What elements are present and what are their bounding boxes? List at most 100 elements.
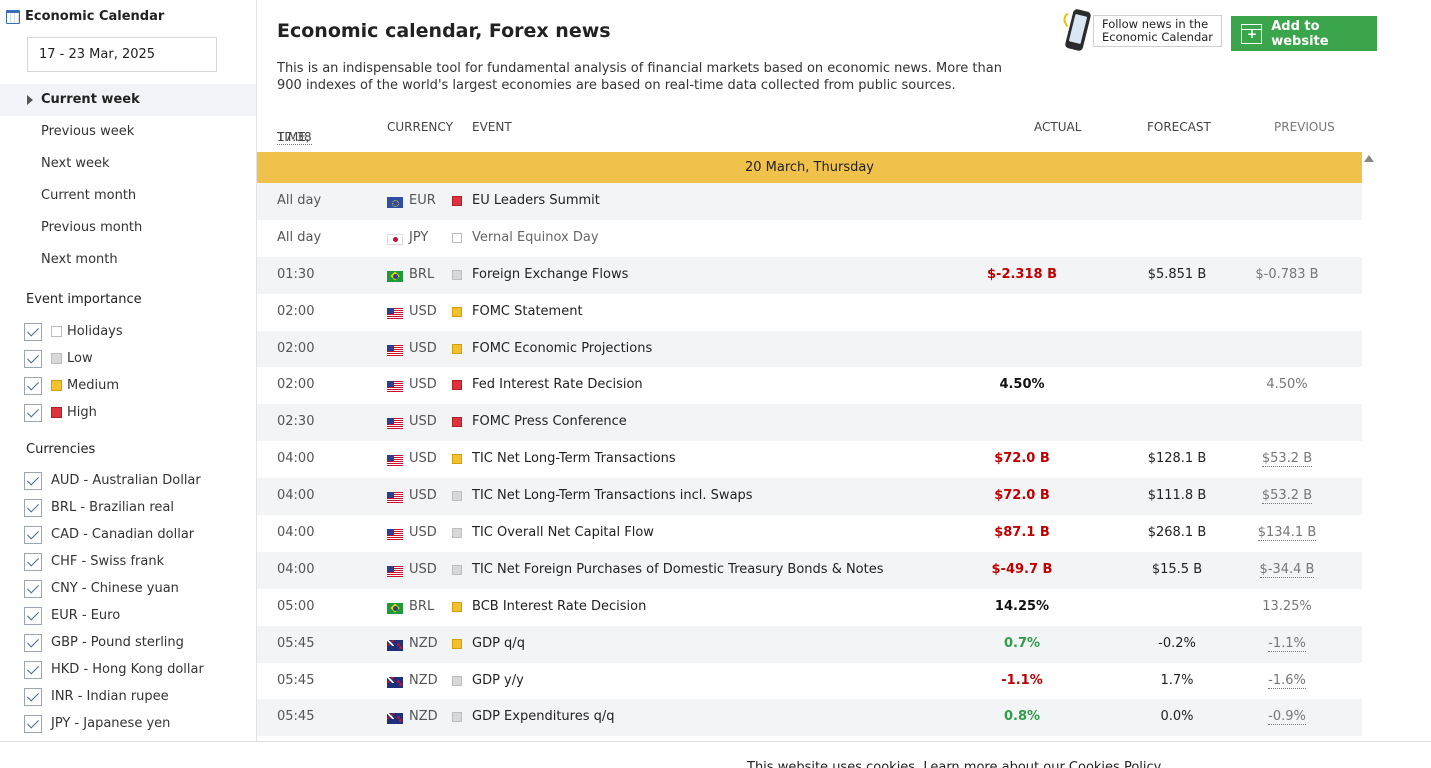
importance-medium-icon bbox=[452, 343, 462, 354]
event-currency: USD bbox=[409, 414, 437, 430]
importance-low-icon bbox=[452, 564, 462, 575]
table-row[interactable]: 04:00 USD TIC Net Long-Term Transactions i… bbox=[257, 478, 1362, 516]
event-currency: NZD bbox=[409, 672, 438, 688]
event-time: 02:00 bbox=[277, 340, 315, 356]
event-previous[interactable]: $53.2 B bbox=[1222, 451, 1352, 468]
checkbox-checked-icon[interactable] bbox=[24, 633, 42, 652]
table-row[interactable]: 04:00 USD TIC Overall Net Capital Flow $87.… bbox=[257, 515, 1362, 552]
importance-filter-holiday[interactable]: Holidays bbox=[24, 318, 123, 345]
currency-label: CAD - Canadian dollar bbox=[51, 527, 195, 542]
date-range-input[interactable]: 17 - 23 Mar, 2025 bbox=[27, 37, 217, 72]
table-row[interactable]: 04:00 USD TIC Net Long-Term Transactions $7… bbox=[257, 441, 1362, 478]
flag-br-icon bbox=[387, 270, 403, 282]
event-currency: BRL bbox=[409, 598, 435, 614]
col-forecast: FORECAST bbox=[1147, 120, 1211, 134]
table-row[interactable]: 01:30 BRL Foreign Exchange Flows $-2.318 B $… bbox=[257, 256, 1362, 294]
event-previous[interactable]: -0.9% bbox=[1222, 709, 1352, 726]
event-previous[interactable]: -1.1% bbox=[1222, 635, 1352, 652]
checkbox-checked-icon[interactable] bbox=[24, 687, 42, 706]
event-title[interactable]: TIC Net Foreign Purchases of Domestic Tr… bbox=[472, 562, 884, 577]
table-row[interactable]: 05:45 NZD GDP y/y -1.1% 1.7% -1.6% bbox=[257, 663, 1362, 700]
importance-title: Event importance bbox=[26, 292, 142, 307]
event-title[interactable]: Fed Interest Rate Decision bbox=[472, 377, 643, 392]
period-current-week[interactable]: Current week bbox=[0, 84, 256, 116]
currency-label: JPY - Japanese yen bbox=[51, 716, 171, 731]
event-title[interactable]: FOMC Statement bbox=[472, 304, 583, 319]
importance-medium-icon bbox=[452, 638, 462, 649]
importance-filter-low[interactable]: Low bbox=[24, 345, 123, 372]
currency-label: AUD - Australian Dollar bbox=[51, 473, 201, 488]
follow-news-label: Follow news in the Economic Calendar bbox=[1093, 15, 1223, 47]
checkbox-checked-icon[interactable] bbox=[24, 525, 42, 544]
checkbox-checked-icon[interactable] bbox=[24, 471, 42, 490]
event-title[interactable]: TIC Net Long-Term Transactions bbox=[472, 451, 676, 466]
importance-low-icon bbox=[452, 491, 462, 502]
importance-filter-medium[interactable]: Medium bbox=[24, 372, 123, 399]
table-row[interactable]: 02:30 USD FOMC Press Conference bbox=[257, 404, 1362, 442]
table-row[interactable]: 02:00 USD Fed Interest Rate Decision 4.50% 4… bbox=[257, 367, 1362, 404]
event-previous[interactable]: $53.2 B bbox=[1222, 488, 1352, 505]
currency-filter-cad[interactable]: CAD - Canadian dollar bbox=[24, 521, 204, 548]
event-title[interactable]: FOMC Economic Projections bbox=[472, 341, 652, 356]
flag-us-icon bbox=[387, 307, 403, 319]
table-row[interactable]: All day EUR EU Leaders Summit bbox=[257, 183, 1362, 220]
table-row[interactable]: 04:00 USD TIC Net Foreign Purchases of Dom… bbox=[257, 551, 1362, 589]
table-row[interactable]: 05:45 NZD GDP q/q 0.7% -0.2% -1.1% bbox=[257, 625, 1362, 663]
checkbox-checked-icon[interactable] bbox=[24, 403, 42, 422]
col-previous: PREVIOUS bbox=[1274, 120, 1335, 134]
currency-filter-jpy[interactable]: JPY - Japanese yen bbox=[24, 710, 204, 737]
event-time: 02:00 bbox=[277, 303, 315, 319]
currency-filter-inr[interactable]: INR - Indian rupee bbox=[24, 683, 204, 710]
currency-filter-gbp[interactable]: GBP - Pound sterling bbox=[24, 629, 204, 656]
checkbox-checked-icon[interactable] bbox=[24, 376, 42, 395]
period-next-week[interactable]: Next week bbox=[0, 148, 256, 180]
event-title[interactable]: GDP q/q bbox=[472, 636, 525, 651]
checkbox-checked-icon[interactable] bbox=[24, 322, 42, 341]
table-row[interactable]: All day JPY Vernal Equinox Day bbox=[257, 220, 1362, 257]
checkbox-checked-icon[interactable] bbox=[24, 606, 42, 625]
event-title[interactable]: EU Leaders Summit bbox=[472, 193, 600, 208]
event-previous[interactable]: -1.6% bbox=[1222, 672, 1352, 689]
event-title[interactable]: Foreign Exchange Flows bbox=[472, 267, 628, 282]
checkbox-checked-icon[interactable] bbox=[24, 349, 42, 368]
currency-filter-aud[interactable]: AUD - Australian Dollar bbox=[24, 467, 204, 494]
flag-eu-icon bbox=[387, 197, 403, 208]
table-row[interactable]: 05:45 NZD GDP Expenditures q/q 0.8% 0.0% -0.9… bbox=[257, 699, 1362, 737]
currency-filter-eur[interactable]: EUR - Euro bbox=[24, 602, 204, 629]
checkbox-checked-icon[interactable] bbox=[24, 498, 42, 517]
event-time: 05:00 bbox=[277, 598, 315, 614]
event-currency: USD bbox=[409, 561, 437, 577]
currency-filter-cny[interactable]: CNY - Chinese yuan bbox=[24, 575, 204, 602]
checkbox-checked-icon[interactable] bbox=[24, 579, 42, 598]
event-title[interactable]: FOMC Press Conference bbox=[472, 414, 627, 429]
currency-filter-brl[interactable]: BRL - Brazilian real bbox=[24, 494, 204, 521]
checkbox-checked-icon[interactable] bbox=[24, 714, 42, 733]
table-row[interactable]: 02:00 USD FOMC Statement bbox=[257, 294, 1362, 331]
period-label: Current week bbox=[41, 92, 140, 107]
scroll-up-arrow[interactable] bbox=[1364, 155, 1374, 162]
checkbox-checked-icon[interactable] bbox=[24, 552, 42, 571]
event-previous[interactable]: $134.1 B bbox=[1222, 525, 1352, 542]
current-time[interactable]: 17:38 bbox=[277, 130, 312, 145]
event-title[interactable]: TIC Net Long-Term Transactions incl. Swa… bbox=[472, 488, 753, 503]
period-current-month[interactable]: Current month bbox=[0, 180, 256, 212]
follow-news-link[interactable]: Follow news in the Economic Calendar bbox=[1060, 8, 1223, 54]
checkbox-checked-icon[interactable] bbox=[24, 660, 42, 679]
period-previous-month[interactable]: Previous month bbox=[0, 212, 256, 244]
event-title[interactable]: BCB Interest Rate Decision bbox=[472, 599, 646, 614]
event-title[interactable]: TIC Overall Net Capital Flow bbox=[472, 525, 654, 540]
table-row[interactable]: 05:00 BRL BCB Interest Rate Decision 14.25%… bbox=[257, 589, 1362, 626]
period-next-month[interactable]: Next month bbox=[0, 244, 256, 276]
period-previous-week[interactable]: Previous week bbox=[0, 116, 256, 148]
event-previous[interactable]: $-34.4 B bbox=[1222, 561, 1352, 578]
event-title[interactable]: GDP y/y bbox=[472, 673, 524, 688]
currency-filter-hkd[interactable]: HKD - Hong Kong dollar bbox=[24, 656, 204, 683]
event-title[interactable]: GDP Expenditures q/q bbox=[472, 709, 615, 724]
flag-br-icon bbox=[387, 602, 403, 614]
currency-filter-chf[interactable]: CHF - Swiss frank bbox=[24, 548, 204, 575]
flag-nz-icon bbox=[387, 676, 403, 688]
importance-filter-high[interactable]: High bbox=[24, 399, 123, 426]
table-row[interactable]: 02:00 USD FOMC Economic Projections bbox=[257, 330, 1362, 368]
add-to-website-button[interactable]: Add to website bbox=[1231, 16, 1377, 51]
event-title[interactable]: Vernal Equinox Day bbox=[472, 230, 599, 245]
